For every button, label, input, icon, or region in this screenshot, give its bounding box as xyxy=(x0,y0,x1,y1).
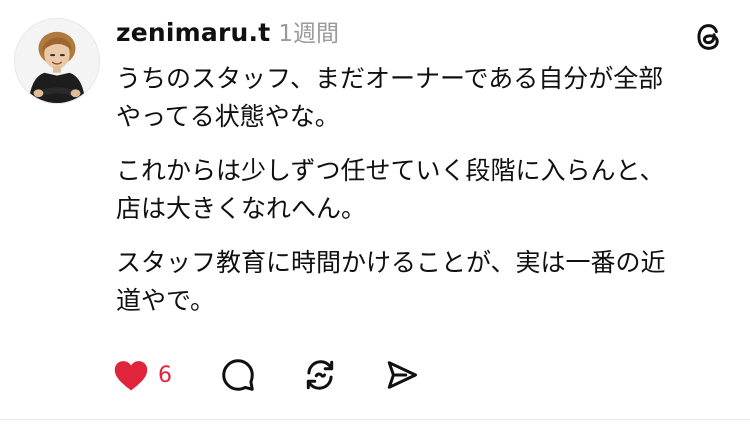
like-count: 6 xyxy=(158,362,172,388)
divider xyxy=(0,419,750,420)
reply-bubble-icon xyxy=(220,357,256,393)
post-header: zenimaru.t 1週間 xyxy=(116,14,339,54)
threads-post: zenimaru.t 1週間 うちのスタッフ、まだオーナーである自分が全部 やっ… xyxy=(0,0,750,424)
post-paragraph-1: うちのスタッフ、まだオーナーである自分が全部 やってる状態やな。 xyxy=(116,64,664,131)
post-paragraph-3: スタッフ教育に時間かけることが、実は一番の近 道やで。 xyxy=(116,248,666,315)
repost-button[interactable] xyxy=(302,357,338,393)
username[interactable]: zenimaru.t xyxy=(116,18,270,47)
threads-logo-icon xyxy=(692,20,726,54)
repost-icon xyxy=(302,357,338,393)
heart-icon xyxy=(112,358,150,392)
post-time: 1週間 xyxy=(278,21,340,47)
post-paragraph-2: これからは少しずつ任せていく段階に入らんと、 店は大きくなれへん。 xyxy=(116,156,665,223)
avatar[interactable] xyxy=(14,18,100,104)
send-icon xyxy=(384,357,420,393)
reply-button[interactable] xyxy=(220,357,256,393)
post-actions: 6 xyxy=(112,355,420,395)
share-button[interactable] xyxy=(384,357,420,393)
like-button[interactable]: 6 xyxy=(112,358,172,392)
post-body: うちのスタッフ、まだオーナーである自分が全部 やってる状態やな。 これからは少し… xyxy=(116,60,716,336)
